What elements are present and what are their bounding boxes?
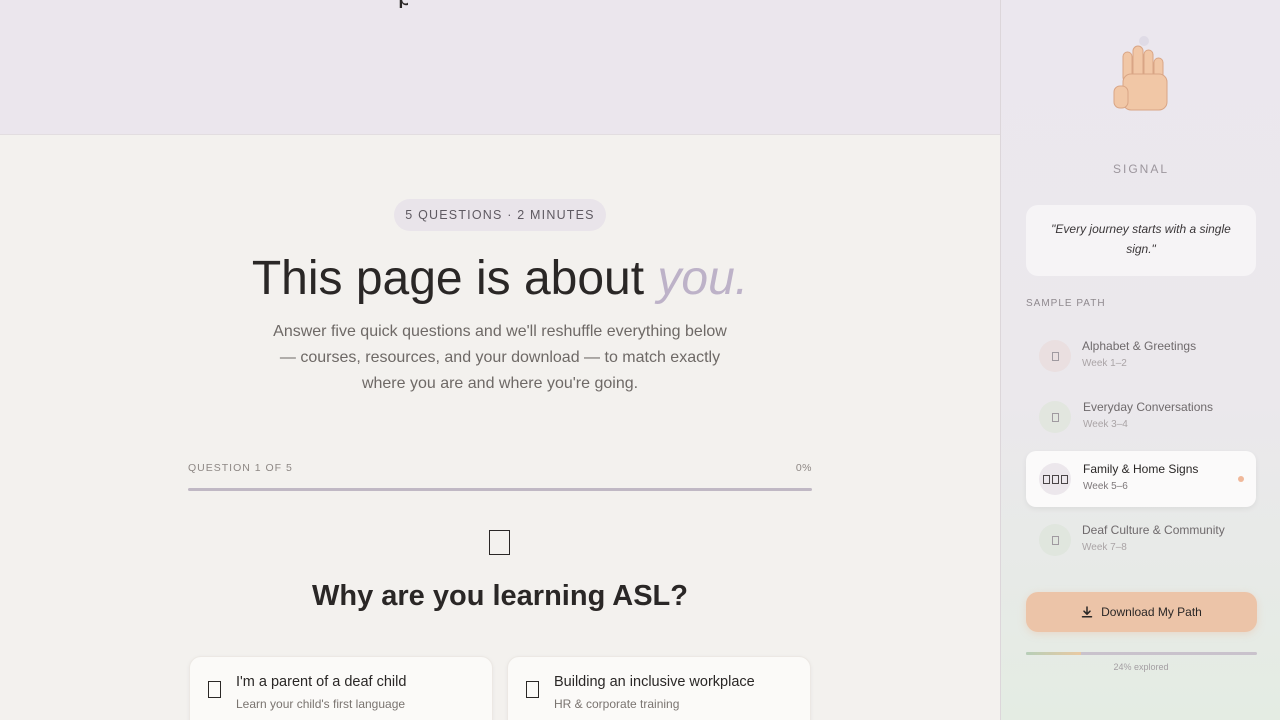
quote-card: "Every journey starts with a single sign… xyxy=(1026,205,1256,276)
main-content: p 5 QUESTIONS · 2 MINUTES This page is a… xyxy=(0,0,1000,720)
sample-path-label: SAMPLE PATH xyxy=(1026,298,1106,309)
quiz-progress-bar xyxy=(188,488,812,491)
option-glyph-icon xyxy=(526,681,539,698)
question-text: Why are you learning ASL? xyxy=(312,580,688,612)
raised-hand-icon xyxy=(1113,36,1168,111)
path-item-culture[interactable]: Deaf Culture & Community Week 7–8 xyxy=(1026,512,1256,568)
path-item-family[interactable]: Family & Home Signs Week 5–6 xyxy=(1026,451,1256,507)
path-title: Deaf Culture & Community xyxy=(1082,523,1225,537)
option-title: Building an inclusive workplace xyxy=(554,674,755,690)
headline-accent: you. xyxy=(657,252,749,305)
option-card-workplace[interactable]: Building an inclusive workplace HR & cor… xyxy=(507,656,811,720)
download-icon xyxy=(1081,606,1093,618)
option-card-parent[interactable]: I'm a parent of a deaf child Learn your … xyxy=(189,656,493,720)
headline-text: This page is about xyxy=(251,252,645,305)
quote-text: "Every journey starts with a single sign… xyxy=(1051,222,1231,256)
explored-text: 24% explored xyxy=(1113,662,1169,672)
sidebar: SIGNAL "Every journey starts with a sing… xyxy=(1000,0,1280,720)
path-step-icon xyxy=(1039,401,1071,433)
explored-progress-fill xyxy=(1026,652,1082,655)
download-path-button[interactable]: Download My Path xyxy=(1026,592,1257,632)
path-week: Week 7–8 xyxy=(1082,542,1127,553)
explored-progress-bar xyxy=(1026,652,1257,655)
path-item-alphabet[interactable]: Alphabet & Greetings Week 1–2 xyxy=(1026,328,1256,384)
page-headline: This page is about you. xyxy=(0,250,1000,308)
path-week: Week 5–6 xyxy=(1083,481,1128,492)
question-glyph-icon xyxy=(489,530,510,555)
path-title: Family & Home Signs xyxy=(1083,462,1199,476)
quiz-info-pill: 5 QUESTIONS · 2 MINUTES xyxy=(394,199,606,231)
download-label: Download My Path xyxy=(1101,605,1202,619)
option-glyph-icon xyxy=(208,681,221,698)
path-step-icon xyxy=(1039,463,1071,495)
option-title: I'm a parent of a deaf child xyxy=(236,674,407,690)
active-indicator-dot xyxy=(1238,476,1244,482)
path-step-icon xyxy=(1039,524,1071,556)
option-subtitle: Learn your child's first language xyxy=(236,697,406,711)
option-subtitle: HR & corporate training xyxy=(554,697,680,711)
question-meta: QUESTION 1 OF 5 0% xyxy=(188,462,812,476)
path-step-icon xyxy=(1039,340,1071,372)
hero-banner: p xyxy=(0,0,1000,135)
path-item-conversations[interactable]: Everyday Conversations Week 3–4 xyxy=(1026,389,1256,445)
hero-cut-glyph: p xyxy=(398,0,408,8)
brand-name: SIGNAL xyxy=(1112,162,1169,176)
path-week: Week 3–4 xyxy=(1083,419,1128,430)
intro-subtext: Answer five quick questions and we'll re… xyxy=(273,323,727,392)
progress-percent: 0% xyxy=(795,462,812,474)
path-title: Everyday Conversations xyxy=(1083,400,1214,414)
path-title: Alphabet & Greetings xyxy=(1082,339,1197,353)
path-week: Week 1–2 xyxy=(1082,358,1127,369)
question-counter: QUESTION 1 OF 5 xyxy=(188,462,293,474)
